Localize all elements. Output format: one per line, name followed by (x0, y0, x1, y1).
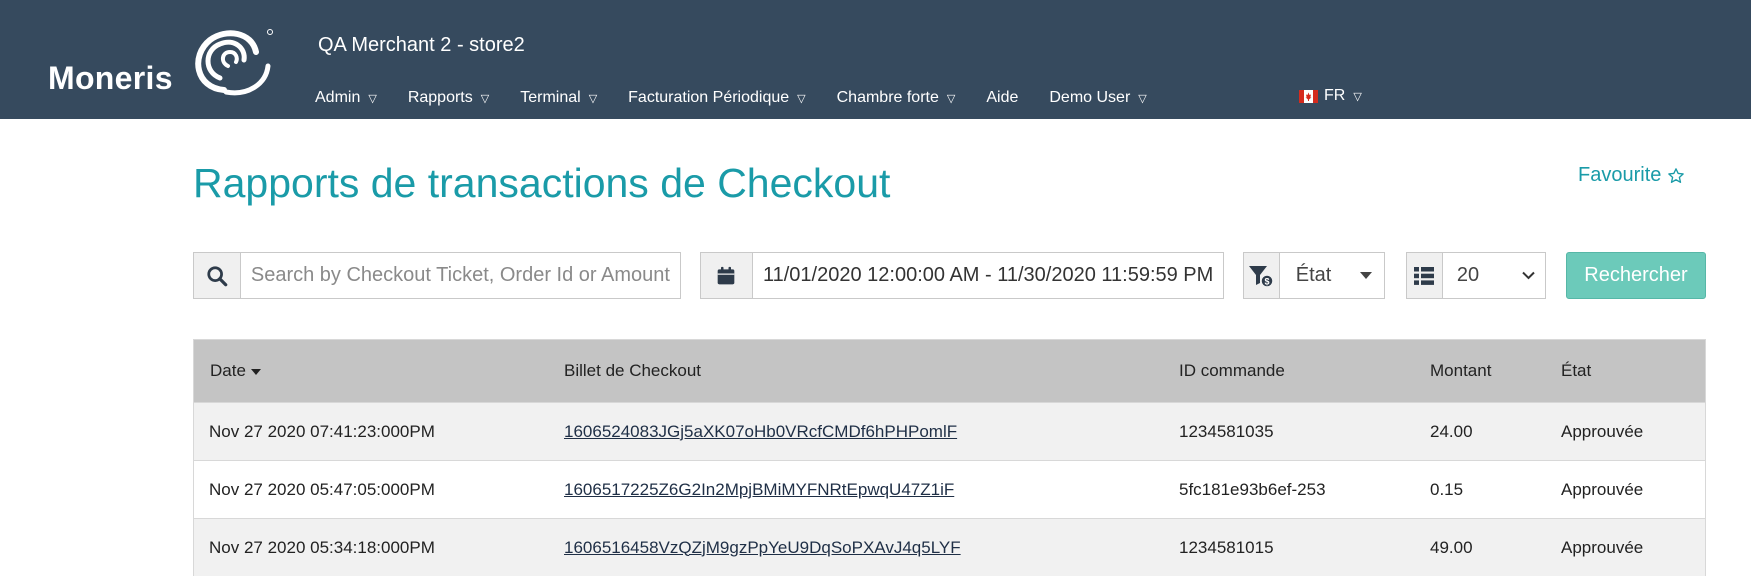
nav-aide[interactable]: Aide (986, 89, 1018, 107)
dropdown-triangle-icon: ▽ (946, 92, 956, 105)
row-date: Nov 27 2020 05:34:18:000PM (209, 537, 435, 557)
row-status: Approuvée (1561, 479, 1644, 499)
nav-admin[interactable]: Admin ▽ (315, 89, 377, 107)
main-nav: Admin ▽ Rapports ▽ Terminal ▽ Facturation P… (315, 87, 1178, 109)
row-amount: 49.00 (1430, 537, 1473, 557)
svg-text:$: $ (1265, 276, 1270, 286)
row-amount: 24.00 (1430, 421, 1473, 441)
nav-demo-user-label: Demo User (1049, 89, 1131, 106)
dropdown-triangle-icon: ▽ (1138, 92, 1147, 105)
nav-rapports-label: Rapports (407, 89, 473, 106)
moneris-swirl-icon (195, 29, 273, 96)
table-row: Nov 27 2020 05:34:18:000PM 1606516458VzQ… (194, 518, 1705, 576)
top-navigation-bar: Moneris QA Merchant 2 - store2 Admin ▽ Ra… (0, 0, 1751, 119)
column-header-status[interactable]: État (1561, 361, 1591, 381)
nav-rapports[interactable]: Rapports ▽ (408, 89, 489, 107)
filter-addon: $ (1244, 253, 1280, 298)
dropdown-triangle-icon: ▽ (480, 92, 490, 105)
nav-admin-label: Admin (315, 89, 361, 106)
search-input[interactable] (240, 253, 680, 298)
nav-demo-user[interactable]: Demo User ▽ (1049, 89, 1146, 107)
table-row: Nov 27 2020 07:41:23:000PM 1606524083JGj… (194, 402, 1705, 460)
dropdown-triangle-icon: ▽ (797, 92, 806, 105)
search-group (193, 252, 681, 299)
logo-wordmark: Moneris (48, 60, 173, 96)
status-filter-label: État (1295, 264, 1332, 286)
chevron-down-icon (1522, 271, 1535, 280)
page-title: Rapports de transactions de Checkout (193, 160, 891, 206)
page-size-value: 20 (1456, 264, 1480, 286)
nav-facturation-label: Facturation Périodique (628, 89, 790, 106)
column-header-order-id[interactable]: ID commande (1179, 361, 1285, 381)
search-icon (207, 265, 228, 286)
nav-facturation[interactable]: Facturation Périodique ▽ (628, 89, 805, 107)
search-button[interactable]: Rechercher (1566, 252, 1706, 299)
nav-chambre-forte[interactable]: Chambre forte ▽ (837, 89, 956, 107)
favourite-button[interactable]: Favourite (1578, 164, 1685, 187)
dropdown-triangle-icon: ▽ (588, 92, 598, 105)
row-amount: 0.15 (1430, 479, 1464, 499)
row-status: Approuvée (1561, 537, 1644, 557)
transactions-table: Date Billet de Checkout ID commande Mont… (193, 339, 1706, 576)
date-range-group[interactable]: 11/01/2020 12:00:00 AM - 11/30/2020 11:5… (700, 252, 1224, 299)
favourite-label: Favourite (1578, 164, 1662, 186)
row-order-id: 1234581015 (1179, 537, 1274, 557)
canada-flag-icon (1299, 89, 1318, 103)
date-range-value: 11/01/2020 12:00:00 AM - 11/30/2020 11:5… (762, 264, 1214, 286)
nav-aide-label: Aide (986, 89, 1019, 106)
nav-terminal-label: Terminal (520, 89, 581, 106)
row-date: Nov 27 2020 05:47:05:000PM (209, 479, 435, 499)
column-header-amount[interactable]: Montant (1430, 361, 1491, 381)
row-date: Nov 27 2020 07:41:23:000PM (209, 421, 435, 441)
column-header-ticket[interactable]: Billet de Checkout (564, 361, 701, 381)
caret-down-icon (1360, 271, 1372, 279)
row-status: Approuvée (1561, 421, 1644, 441)
merchant-name: QA Merchant 2 - store2 (318, 34, 525, 56)
status-filter-group[interactable]: $ État (1243, 252, 1385, 299)
dropdown-triangle-icon: ▽ (368, 92, 377, 105)
list-icon (1414, 266, 1435, 285)
row-ticket-link[interactable]: 1606516458VzQZjM9gzPpYeU9DqSoPXAvJ4q5LYF (564, 538, 961, 558)
row-ticket-link[interactable]: 1606524083JGj5aXK07oHb0VRcfCMDf6hPHPomlF (564, 422, 957, 442)
search-addon (194, 253, 241, 298)
filter-money-icon: $ (1249, 265, 1275, 288)
nav-terminal[interactable]: Terminal ▽ (520, 89, 597, 107)
row-order-id: 1234581035 (1179, 421, 1274, 441)
sort-caret-icon (250, 368, 261, 375)
status-filter-dropdown[interactable]: État (1280, 253, 1384, 298)
dropdown-triangle-icon: ▽ (1353, 90, 1362, 103)
language-selector[interactable]: FR ▽ (1299, 87, 1362, 105)
page-size-select[interactable]: 20 (1443, 253, 1545, 298)
star-icon (1668, 167, 1685, 183)
row-ticket-link[interactable]: 1606517225Z6G2In2MpjBMiMYFNRtEpwqU47Z1iF (564, 480, 954, 500)
moneris-logo[interactable]: Moneris (48, 26, 273, 96)
calendar-addon[interactable] (701, 253, 753, 298)
calendar-icon (718, 266, 735, 284)
table-header: Date Billet de Checkout ID commande Mont… (194, 340, 1705, 402)
table-row: Nov 27 2020 05:47:05:000PM 1606517225Z6G… (194, 460, 1705, 518)
nav-chambre-forte-label: Chambre forte (836, 89, 939, 106)
column-header-date-label: Date (210, 361, 246, 380)
language-label: FR (1324, 87, 1346, 104)
page-size-group[interactable]: 20 (1406, 252, 1546, 299)
list-addon (1407, 253, 1443, 298)
row-order-id: 5fc181e93b6ef-253 (1179, 479, 1326, 499)
column-header-date[interactable]: Date (210, 361, 261, 381)
